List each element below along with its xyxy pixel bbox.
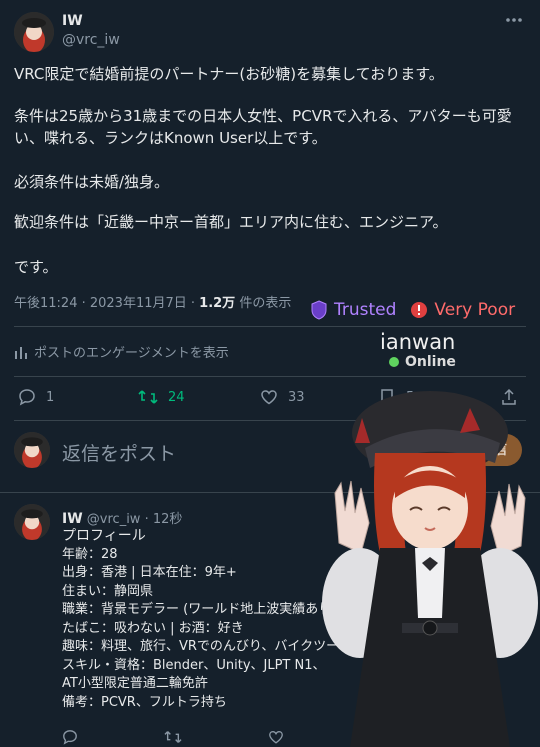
vrc-nameplate: Trusted Very Poor bbox=[310, 300, 530, 320]
retweet-count: 24 bbox=[168, 389, 185, 405]
divider bbox=[14, 326, 526, 327]
reply-reply-icon[interactable] bbox=[62, 729, 78, 745]
reply-author-handle[interactable]: @vrc_iw bbox=[87, 512, 141, 527]
online-dot-icon bbox=[388, 356, 400, 368]
reply-author-avatar[interactable] bbox=[14, 504, 50, 540]
views-label: 件の表示 bbox=[235, 296, 292, 311]
retweet-icon bbox=[138, 388, 158, 406]
author-handle[interactable]: @vrc_iw bbox=[62, 32, 120, 48]
tweet-timestamp[interactable]: 午後11:24 · 2023年11月7日 · bbox=[14, 296, 199, 311]
like-count: 33 bbox=[288, 389, 305, 405]
engagement-label: ポストのエンゲージメントを表示 bbox=[34, 346, 229, 361]
tweet-paragraph-1: VRC限定で結婚前提のパートナー(お砂糖)を募集しております。 bbox=[14, 65, 444, 83]
vrc-username: ianwan bbox=[380, 330, 456, 354]
warning-icon bbox=[410, 301, 428, 319]
reply-header: IW @vrc_iw · 12秒 bbox=[62, 508, 182, 527]
trust-rank-label: Trusted bbox=[334, 300, 397, 320]
views-count: 1.2万 bbox=[199, 296, 236, 311]
vrc-status: Online bbox=[388, 354, 456, 370]
heart-icon bbox=[260, 388, 278, 406]
reply-time[interactable]: · 12秒 bbox=[145, 512, 183, 527]
like-action[interactable]: 33 bbox=[260, 388, 305, 406]
tweet-paragraph-2: 条件は25歳から31歳までの日本人女性、PCVRで入れる、アバターも可愛い、喋れ… bbox=[14, 107, 512, 147]
tweet-paragraph-5: です。 bbox=[14, 258, 58, 276]
more-horizontal-icon[interactable] bbox=[505, 17, 523, 23]
tweet-paragraph-3: 必須条件は未婚/独身。 bbox=[14, 173, 170, 191]
divider bbox=[14, 376, 526, 377]
view-engagement-link[interactable]: ポストのエンゲージメントを表示 bbox=[14, 342, 229, 361]
reply-count: 1 bbox=[46, 389, 55, 405]
reply-input[interactable]: 返信をポスト bbox=[62, 439, 176, 466]
shield-icon bbox=[310, 300, 328, 320]
reply-author-name[interactable]: IW bbox=[62, 511, 83, 527]
composer-avatar bbox=[14, 432, 50, 468]
retweet-action[interactable]: 24 bbox=[138, 388, 185, 406]
author-name[interactable]: IW bbox=[62, 13, 83, 29]
vrc-status-label: Online bbox=[405, 354, 456, 370]
tweet-meta: 午後11:24 · 2023年11月7日 · 1.2万 件の表示 bbox=[14, 292, 291, 311]
tweet-paragraph-4: 歓迎条件は「近畿ー中京ー首都」エリア内に住む、エンジニア。 bbox=[14, 213, 448, 231]
author-avatar[interactable] bbox=[14, 12, 54, 52]
reply-action[interactable]: 1 bbox=[18, 388, 54, 406]
reply-retweet-icon[interactable] bbox=[164, 729, 182, 745]
reply-icon bbox=[18, 388, 36, 406]
performance-rank-label: Very Poor bbox=[434, 300, 516, 320]
reply-heart-icon[interactable] bbox=[268, 729, 284, 745]
analytics-icon bbox=[14, 345, 28, 359]
vrc-avatar-character bbox=[310, 388, 540, 747]
